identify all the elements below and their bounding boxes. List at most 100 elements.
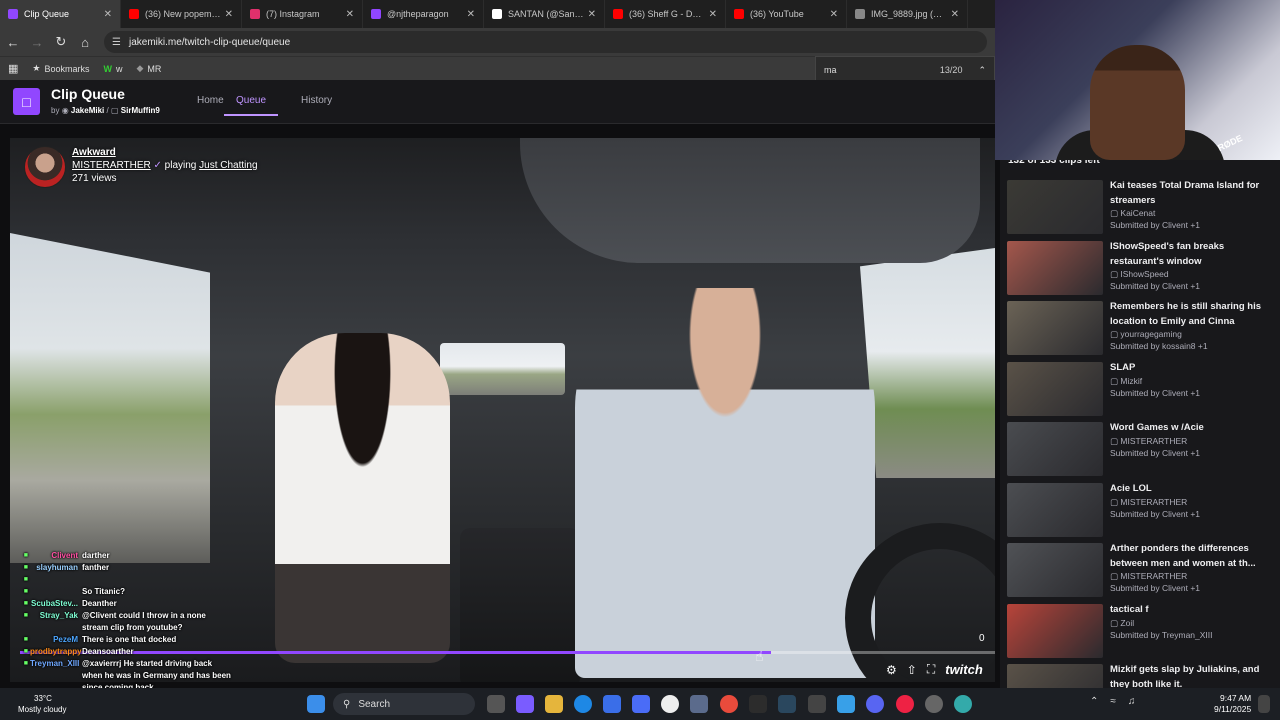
twitch-logo[interactable]: twitch (945, 662, 983, 677)
reload-button[interactable]: ↻ (50, 31, 72, 53)
clip-thumbnail[interactable] (1007, 361, 1103, 416)
passenger-figure (275, 333, 450, 663)
find-count: 13/20 (939, 65, 963, 75)
calculator-icon[interactable] (690, 695, 708, 713)
nav-queue[interactable]: Queue (224, 95, 279, 116)
wifi-icon[interactable]: ≈ (1110, 696, 1128, 707)
chat-username[interactable] (30, 586, 82, 598)
home-button[interactable]: ⌂ (74, 31, 96, 53)
clip-thumbnail[interactable] (1007, 301, 1103, 355)
byline: by ◉ JakeMiki / ▢ SirMuffin9 (51, 106, 160, 115)
volume-icon[interactable]: ♫ (1128, 696, 1148, 707)
app-icon-4[interactable] (925, 695, 943, 713)
chat-username[interactable]: slayhuman (30, 562, 82, 574)
find-prev-icon[interactable]: ⌃ (978, 65, 986, 76)
nav-home[interactable]: Home (197, 95, 224, 106)
chat-username[interactable]: PezeM (30, 634, 82, 646)
apps-grid-icon[interactable]: ▦ (8, 62, 18, 75)
app-icon-2[interactable] (661, 695, 679, 713)
chat-username[interactable]: prodbytrappy (30, 646, 82, 658)
taskbar-search[interactable]: ⚲ Search (333, 693, 475, 715)
file-explorer-icon[interactable] (545, 695, 563, 713)
settings-gear-icon[interactable]: ⚙ (886, 663, 897, 677)
chat-username[interactable]: Stray_Yak (30, 610, 82, 634)
browser-tab[interactable]: (7) Instagram ✕ (242, 0, 363, 28)
tab-close-icon[interactable]: ✕ (951, 9, 959, 20)
obs-icon[interactable] (808, 695, 826, 713)
photos-icon[interactable] (837, 695, 855, 713)
discord-icon[interactable] (866, 695, 884, 713)
system-tray[interactable]: ⌃≈♫ (1090, 696, 1147, 707)
browser-tab[interactable]: (36) YouTube ✕ (726, 0, 847, 28)
queue-item[interactable]: Acie LOL ▢ MISTERARTHER Submitted by Clive… (1007, 482, 1277, 539)
chat-overlay: ■ Clivent darther ■ slayhuman fanther ■ ■ So Tit… (0, 550, 240, 706)
url-field[interactable]: ☰ jakemiki.me/twitch-clip-queue/queue (104, 31, 987, 53)
back-button[interactable]: ← (2, 31, 24, 53)
clip-thumbnail[interactable] (1007, 482, 1103, 537)
bookmark-mr[interactable]: ◆ MR (137, 63, 162, 74)
browser-tab[interactable]: (36) New popemobi ✕ (121, 0, 242, 28)
tab-close-icon[interactable]: ✕ (709, 9, 717, 20)
chrome-icon[interactable] (720, 695, 738, 713)
chat-message: Deansoarther (82, 647, 134, 656)
tab-close-icon[interactable]: ✕ (588, 9, 596, 20)
queue-item[interactable]: Remembers he is still sharing his locati… (1007, 301, 1277, 357)
author-jakemiki[interactable]: JakeMiki (71, 106, 104, 115)
browser-tab[interactable]: Clip Queue ✕ (0, 0, 121, 28)
clip-thumbnail[interactable] (1007, 180, 1103, 234)
queue-item-channel: ▢ IShowSpeed (1110, 269, 1169, 280)
clip-thumbnail[interactable] (1007, 603, 1103, 658)
queue-item[interactable]: Kai teases Total Drama Island for stream… (1007, 180, 1277, 236)
steam-icon[interactable] (778, 695, 796, 713)
terminal-icon[interactable] (749, 695, 767, 713)
chat-username[interactable] (30, 574, 82, 586)
tab-close-icon[interactable]: ✕ (830, 9, 838, 20)
app-icon-3[interactable] (896, 695, 914, 713)
edge-icon[interactable] (574, 695, 592, 713)
browser-tab[interactable]: SANTAN (@Santand ✕ (484, 0, 605, 28)
nav-history[interactable]: History (301, 95, 332, 106)
fullscreen-icon[interactable]: ⛶ (927, 662, 935, 677)
chat-username[interactable]: Clivent (30, 550, 82, 562)
clip-thumbnail[interactable] (1007, 422, 1103, 476)
bookmarks-folder[interactable]: ★ Bookmarks (32, 63, 89, 74)
site-info-icon[interactable]: ☰ (112, 37, 121, 48)
tab-close-icon[interactable]: ✕ (104, 9, 112, 20)
chat-username[interactable]: ScubaStev... (30, 598, 82, 610)
clip-channel[interactable]: MISTERARTHER (72, 160, 151, 171)
share-icon[interactable]: ⇧ (907, 663, 917, 677)
tv-logo-icon[interactable]: □ (13, 88, 40, 115)
chat-line: ■ Clivent darther (0, 550, 240, 562)
clip-thumbnail[interactable] (1007, 240, 1103, 295)
author-sirmuffin[interactable]: SirMuffin9 (121, 106, 160, 115)
browser-tab[interactable]: IMG_9889.jpg (3024 ✕ (847, 0, 968, 28)
tab-close-icon[interactable]: ✕ (467, 9, 475, 20)
tab-close-icon[interactable]: ✕ (225, 9, 233, 20)
queue-item[interactable]: SLAP ▢ Mizkif Submitted by Clivent +1 (1007, 361, 1277, 418)
clip-title[interactable]: Awkward (72, 146, 258, 159)
tab-close-icon[interactable]: ✕ (346, 9, 354, 20)
queue-item[interactable]: IShowSpeed's fan breaks restaurant's win… (1007, 240, 1277, 297)
bookmark-w[interactable]: W w (104, 64, 123, 74)
taskbar-clock[interactable]: 9:47 AM 9/11/2025 (1214, 693, 1251, 715)
task-view-icon[interactable] (487, 695, 505, 713)
queue-item[interactable]: tactical f ▢ Zoil Submitted by Treyman_XII… (1007, 603, 1277, 660)
windows-start-icon[interactable] (307, 695, 325, 713)
weather-widget[interactable]: 33°C Mostly cloudy (18, 693, 66, 715)
tray-chevron-icon[interactable]: ⌃ (1090, 696, 1110, 707)
forward-button[interactable]: → (26, 31, 48, 53)
find-input[interactable]: ma (824, 65, 837, 75)
browser-tab[interactable]: (36) Sheff G - DAY N ✕ (605, 0, 726, 28)
copilot-icon[interactable] (516, 695, 534, 713)
browser-tab[interactable]: @njtheparagon ✕ (363, 0, 484, 28)
queue-item[interactable]: Arther ponders the differences between m… (1007, 543, 1277, 599)
clip-game[interactable]: Just Chatting (199, 160, 257, 171)
app-icon-5[interactable] (954, 695, 972, 713)
notification-icon[interactable] (1258, 695, 1270, 713)
queue-item[interactable]: Word Games w /Acie ▢ MISTERARTHER Submitte… (1007, 422, 1277, 478)
channel-avatar[interactable] (24, 146, 66, 188)
chat-badge-icon: ■ (23, 612, 28, 619)
clip-thumbnail[interactable] (1007, 543, 1103, 597)
app-icon-1[interactable] (632, 695, 650, 713)
store-icon[interactable] (603, 695, 621, 713)
